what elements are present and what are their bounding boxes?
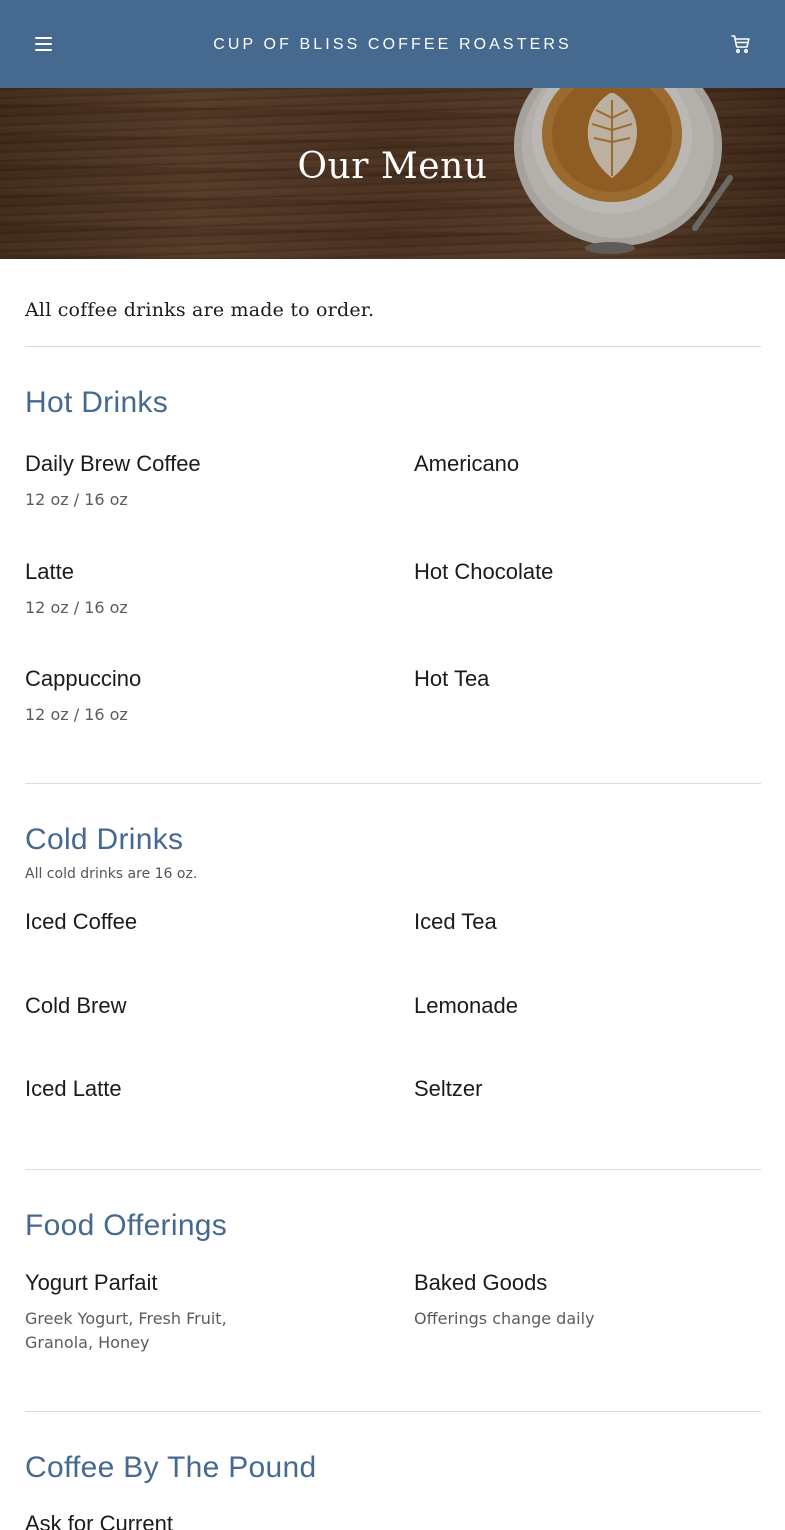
section-title-food-offerings: Food Offerings	[25, 1209, 228, 1242]
site-title[interactable]: CUP OF BLISS COFFEE ROASTERS	[213, 36, 572, 54]
menu-item: Daily Brew Coffee 12 oz / 16 oz	[25, 451, 201, 509]
divider	[25, 783, 761, 784]
hamburger-menu-icon[interactable]	[33, 36, 55, 52]
page-title: Our Menu	[297, 146, 488, 187]
menu-item: Lemonade	[414, 993, 518, 1018]
menu-item: Iced Latte	[25, 1076, 122, 1101]
menu-item: Americano	[414, 451, 520, 476]
menu-item: Yogurt Parfait Greek Yogurt, Fresh Fruit…	[25, 1270, 227, 1352]
section-title-cold-drinks: Cold Drinks	[25, 823, 184, 856]
menu-item: Latte 12 oz / 16 oz	[25, 559, 128, 617]
divider	[25, 1169, 761, 1170]
menu-item: Cold Brew	[25, 993, 127, 1018]
menu-item: Ask for Current	[25, 1511, 173, 1530]
hero-banner: Our Menu	[0, 88, 785, 259]
menu-item: Baked Goods Offerings change daily	[414, 1270, 595, 1328]
menu-item: Cappuccino 12 oz / 16 oz	[25, 666, 142, 724]
shopping-cart-icon[interactable]	[729, 32, 753, 56]
section-note: All cold drinks are 16 oz.	[25, 866, 198, 882]
menu-item: Hot Tea	[414, 666, 490, 691]
menu-item: Iced Coffee	[25, 909, 138, 934]
menu-item: Hot Chocolate	[414, 559, 554, 584]
divider	[25, 1411, 761, 1412]
site-header: CUP OF BLISS COFFEE ROASTERS	[0, 0, 785, 88]
menu-item: Seltzer	[414, 1076, 483, 1101]
intro-text: All coffee drinks are made to order.	[25, 299, 375, 321]
menu-item: Iced Tea	[414, 909, 497, 934]
section-title-hot-drinks: Hot Drinks	[25, 386, 169, 419]
section-title-coffee-by-the-pound: Coffee By The Pound	[25, 1451, 317, 1484]
divider	[25, 346, 761, 347]
